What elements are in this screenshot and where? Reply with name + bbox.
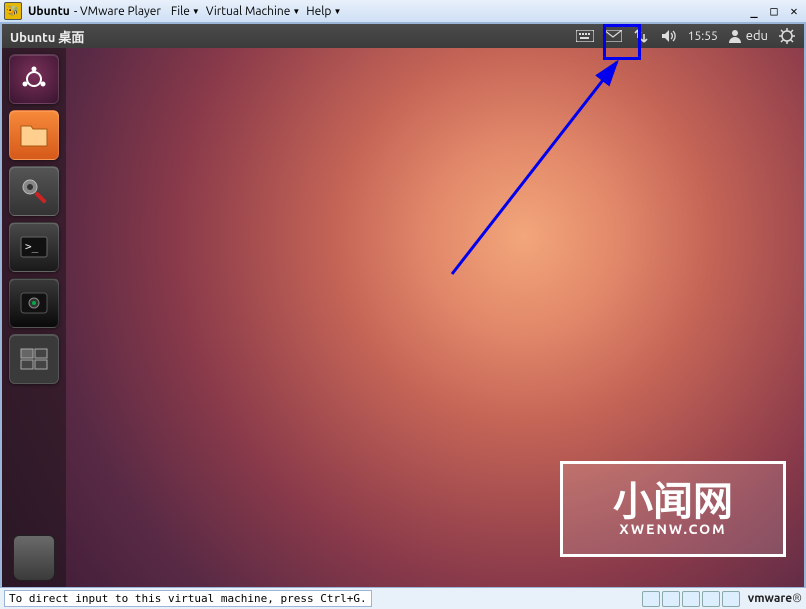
menu-help[interactable]: Help▼ bbox=[306, 5, 341, 18]
minimize-button[interactable]: _ bbox=[746, 4, 762, 18]
vmware-titlebar: 🐝 Ubuntu - VMware Player File▼ Virtual M… bbox=[0, 0, 806, 23]
watermark-text-small: XWENW.COM bbox=[619, 521, 726, 537]
watermark-overlay: 小闻网 XWENW.COM bbox=[560, 461, 786, 557]
launcher-settings[interactable] bbox=[9, 166, 59, 216]
network-indicator-icon[interactable] bbox=[632, 27, 650, 45]
watermark-text-big: 小闻网 bbox=[613, 481, 733, 521]
keyboard-indicator-icon[interactable] bbox=[576, 27, 594, 45]
launcher-trash-area bbox=[2, 535, 66, 581]
chevron-down-icon: ▼ bbox=[192, 7, 200, 16]
vmware-window: 🐝 Ubuntu - VMware Player File▼ Virtual M… bbox=[0, 0, 806, 609]
chevron-down-icon: ▼ bbox=[333, 7, 341, 16]
unity-launcher: >_ bbox=[2, 48, 66, 587]
tray-device-icon[interactable] bbox=[642, 591, 660, 607]
vmware-menu: File▼ Virtual Machine▼ Help▼ bbox=[171, 5, 341, 18]
launcher-dash-home[interactable] bbox=[9, 54, 59, 104]
launcher-workspace-switcher[interactable] bbox=[9, 334, 59, 384]
ubuntu-logo-icon bbox=[19, 64, 49, 94]
close-button[interactable]: ✕ bbox=[786, 4, 802, 18]
window-controls: _ □ ✕ bbox=[746, 4, 802, 18]
chevron-down-icon: ▼ bbox=[292, 7, 300, 16]
user-indicator[interactable]: edu bbox=[728, 29, 768, 43]
svg-text:>_: >_ bbox=[25, 240, 39, 253]
mail-indicator-icon[interactable] bbox=[604, 27, 622, 45]
tray-device-icon[interactable] bbox=[662, 591, 680, 607]
volume-indicator-icon[interactable] bbox=[660, 27, 678, 45]
statusbar-right: vmware® bbox=[642, 591, 802, 607]
system-indicator-icon[interactable] bbox=[778, 27, 796, 45]
launcher-trash[interactable] bbox=[13, 535, 55, 581]
app-menu-title[interactable]: Ubuntu 桌面 bbox=[10, 27, 84, 46]
vmware-logo: vmware® bbox=[748, 592, 802, 605]
vmware-app-icon: 🐝 bbox=[4, 2, 22, 20]
workspace-grid-icon bbox=[20, 348, 48, 370]
indicator-area: 15:55 edu bbox=[576, 27, 796, 45]
ubuntu-top-panel: Ubuntu 桌面 15:55 edu bbox=[2, 24, 804, 48]
gear-wrench-icon bbox=[19, 176, 49, 206]
guest-display[interactable]: Ubuntu 桌面 15:55 edu bbox=[0, 23, 806, 587]
maximize-button[interactable]: □ bbox=[766, 4, 782, 18]
launcher-camera[interactable] bbox=[9, 278, 59, 328]
launcher-terminal[interactable]: >_ bbox=[9, 222, 59, 272]
folder-icon bbox=[19, 122, 49, 148]
menu-virtual-machine[interactable]: Virtual Machine▼ bbox=[206, 5, 300, 18]
menu-file[interactable]: File▼ bbox=[171, 5, 200, 18]
camera-icon bbox=[20, 292, 48, 314]
terminal-icon: >_ bbox=[20, 236, 48, 258]
tray-device-icon[interactable] bbox=[682, 591, 700, 607]
vmware-statusbar: To direct input to this virtual machine,… bbox=[0, 587, 806, 609]
device-tray bbox=[642, 591, 740, 607]
vm-title-suffix: - VMware Player bbox=[74, 5, 161, 18]
user-icon bbox=[728, 29, 742, 43]
vm-title-prefix: Ubuntu bbox=[28, 5, 70, 18]
tray-device-icon[interactable] bbox=[722, 591, 740, 607]
tray-device-icon[interactable] bbox=[702, 591, 720, 607]
launcher-files[interactable] bbox=[9, 110, 59, 160]
status-message: To direct input to this virtual machine,… bbox=[4, 590, 372, 607]
user-name: edu bbox=[746, 29, 768, 43]
clock-indicator[interactable]: 15:55 bbox=[688, 30, 718, 43]
